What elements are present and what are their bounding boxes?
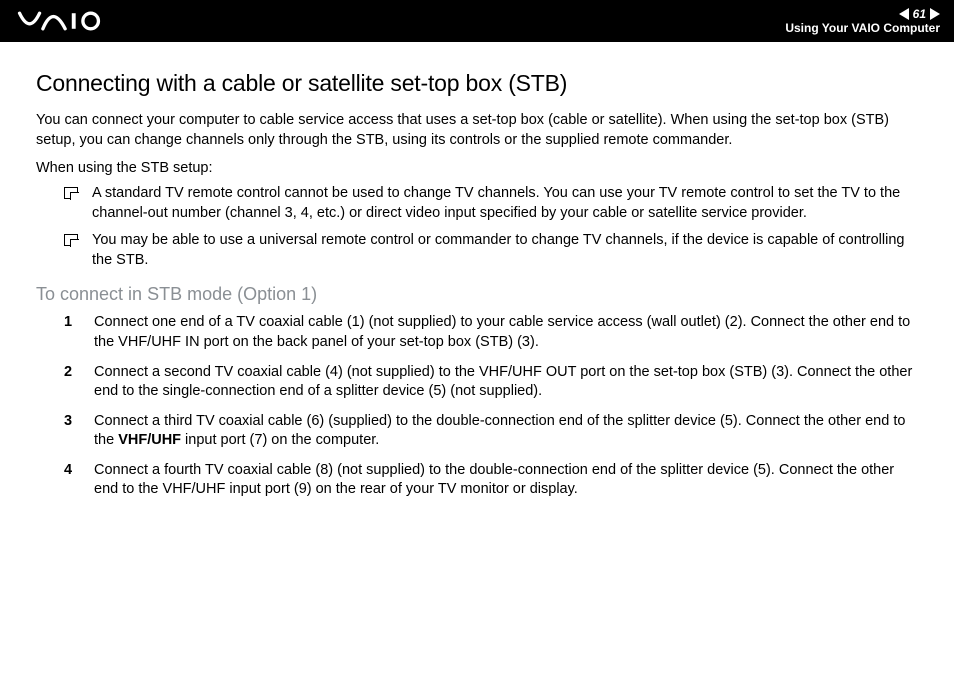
subheading: To connect in STB mode (Option 1) <box>36 284 918 305</box>
step-number: 2 <box>64 363 78 402</box>
box-bullet-icon <box>64 187 78 199</box>
step-item: 3 Connect a third TV coaxial cable (6) (… <box>36 412 918 451</box>
page-title: Connecting with a cable or satellite set… <box>36 70 918 97</box>
bullet-text: A standard TV remote control cannot be u… <box>92 184 918 223</box>
step-text: Connect a fourth TV coaxial cable (8) (n… <box>94 461 918 500</box>
step-text-bold: VHF/UHF <box>118 432 181 448</box>
page-number: 61 <box>913 7 926 21</box>
list-item: You may be able to use a universal remot… <box>36 231 918 270</box>
list-item: A standard TV remote control cannot be u… <box>36 184 918 223</box>
page-navigator: 61 <box>899 7 940 21</box>
steps-list: 1 Connect one end of a TV coaxial cable … <box>36 313 918 500</box>
step-text: Connect one end of a TV coaxial cable (1… <box>94 313 918 352</box>
intro-paragraph: You can connect your computer to cable s… <box>36 111 918 150</box>
bullet-list: A standard TV remote control cannot be u… <box>36 184 918 270</box>
header-right: 61 Using Your VAIO Computer <box>785 7 940 36</box>
page-content: Connecting with a cable or satellite set… <box>0 42 954 674</box>
step-item: 4 Connect a fourth TV coaxial cable (8) … <box>36 461 918 500</box>
vaio-logo-svg <box>14 11 134 31</box>
bullet-text: You may be able to use a universal remot… <box>92 231 918 270</box>
step-item: 1 Connect one end of a TV coaxial cable … <box>36 313 918 352</box>
next-page-icon[interactable] <box>930 8 940 20</box>
step-text-post: input port (7) on the computer. <box>181 432 379 448</box>
step-number: 3 <box>64 412 78 451</box>
lead-paragraph: When using the STB setup: <box>36 160 918 176</box>
document-page: 61 Using Your VAIO Computer Connecting w… <box>0 0 954 674</box>
step-number: 1 <box>64 313 78 352</box>
prev-page-icon[interactable] <box>899 8 909 20</box>
step-number: 4 <box>64 461 78 500</box>
box-bullet-icon <box>64 234 78 246</box>
section-label: Using Your VAIO Computer <box>785 21 940 35</box>
vaio-logo <box>14 11 134 31</box>
step-item: 2 Connect a second TV coaxial cable (4) … <box>36 363 918 402</box>
step-text: Connect a second TV coaxial cable (4) (n… <box>94 363 918 402</box>
header-bar: 61 Using Your VAIO Computer <box>0 0 954 42</box>
step-text: Connect a third TV coaxial cable (6) (su… <box>94 412 918 451</box>
